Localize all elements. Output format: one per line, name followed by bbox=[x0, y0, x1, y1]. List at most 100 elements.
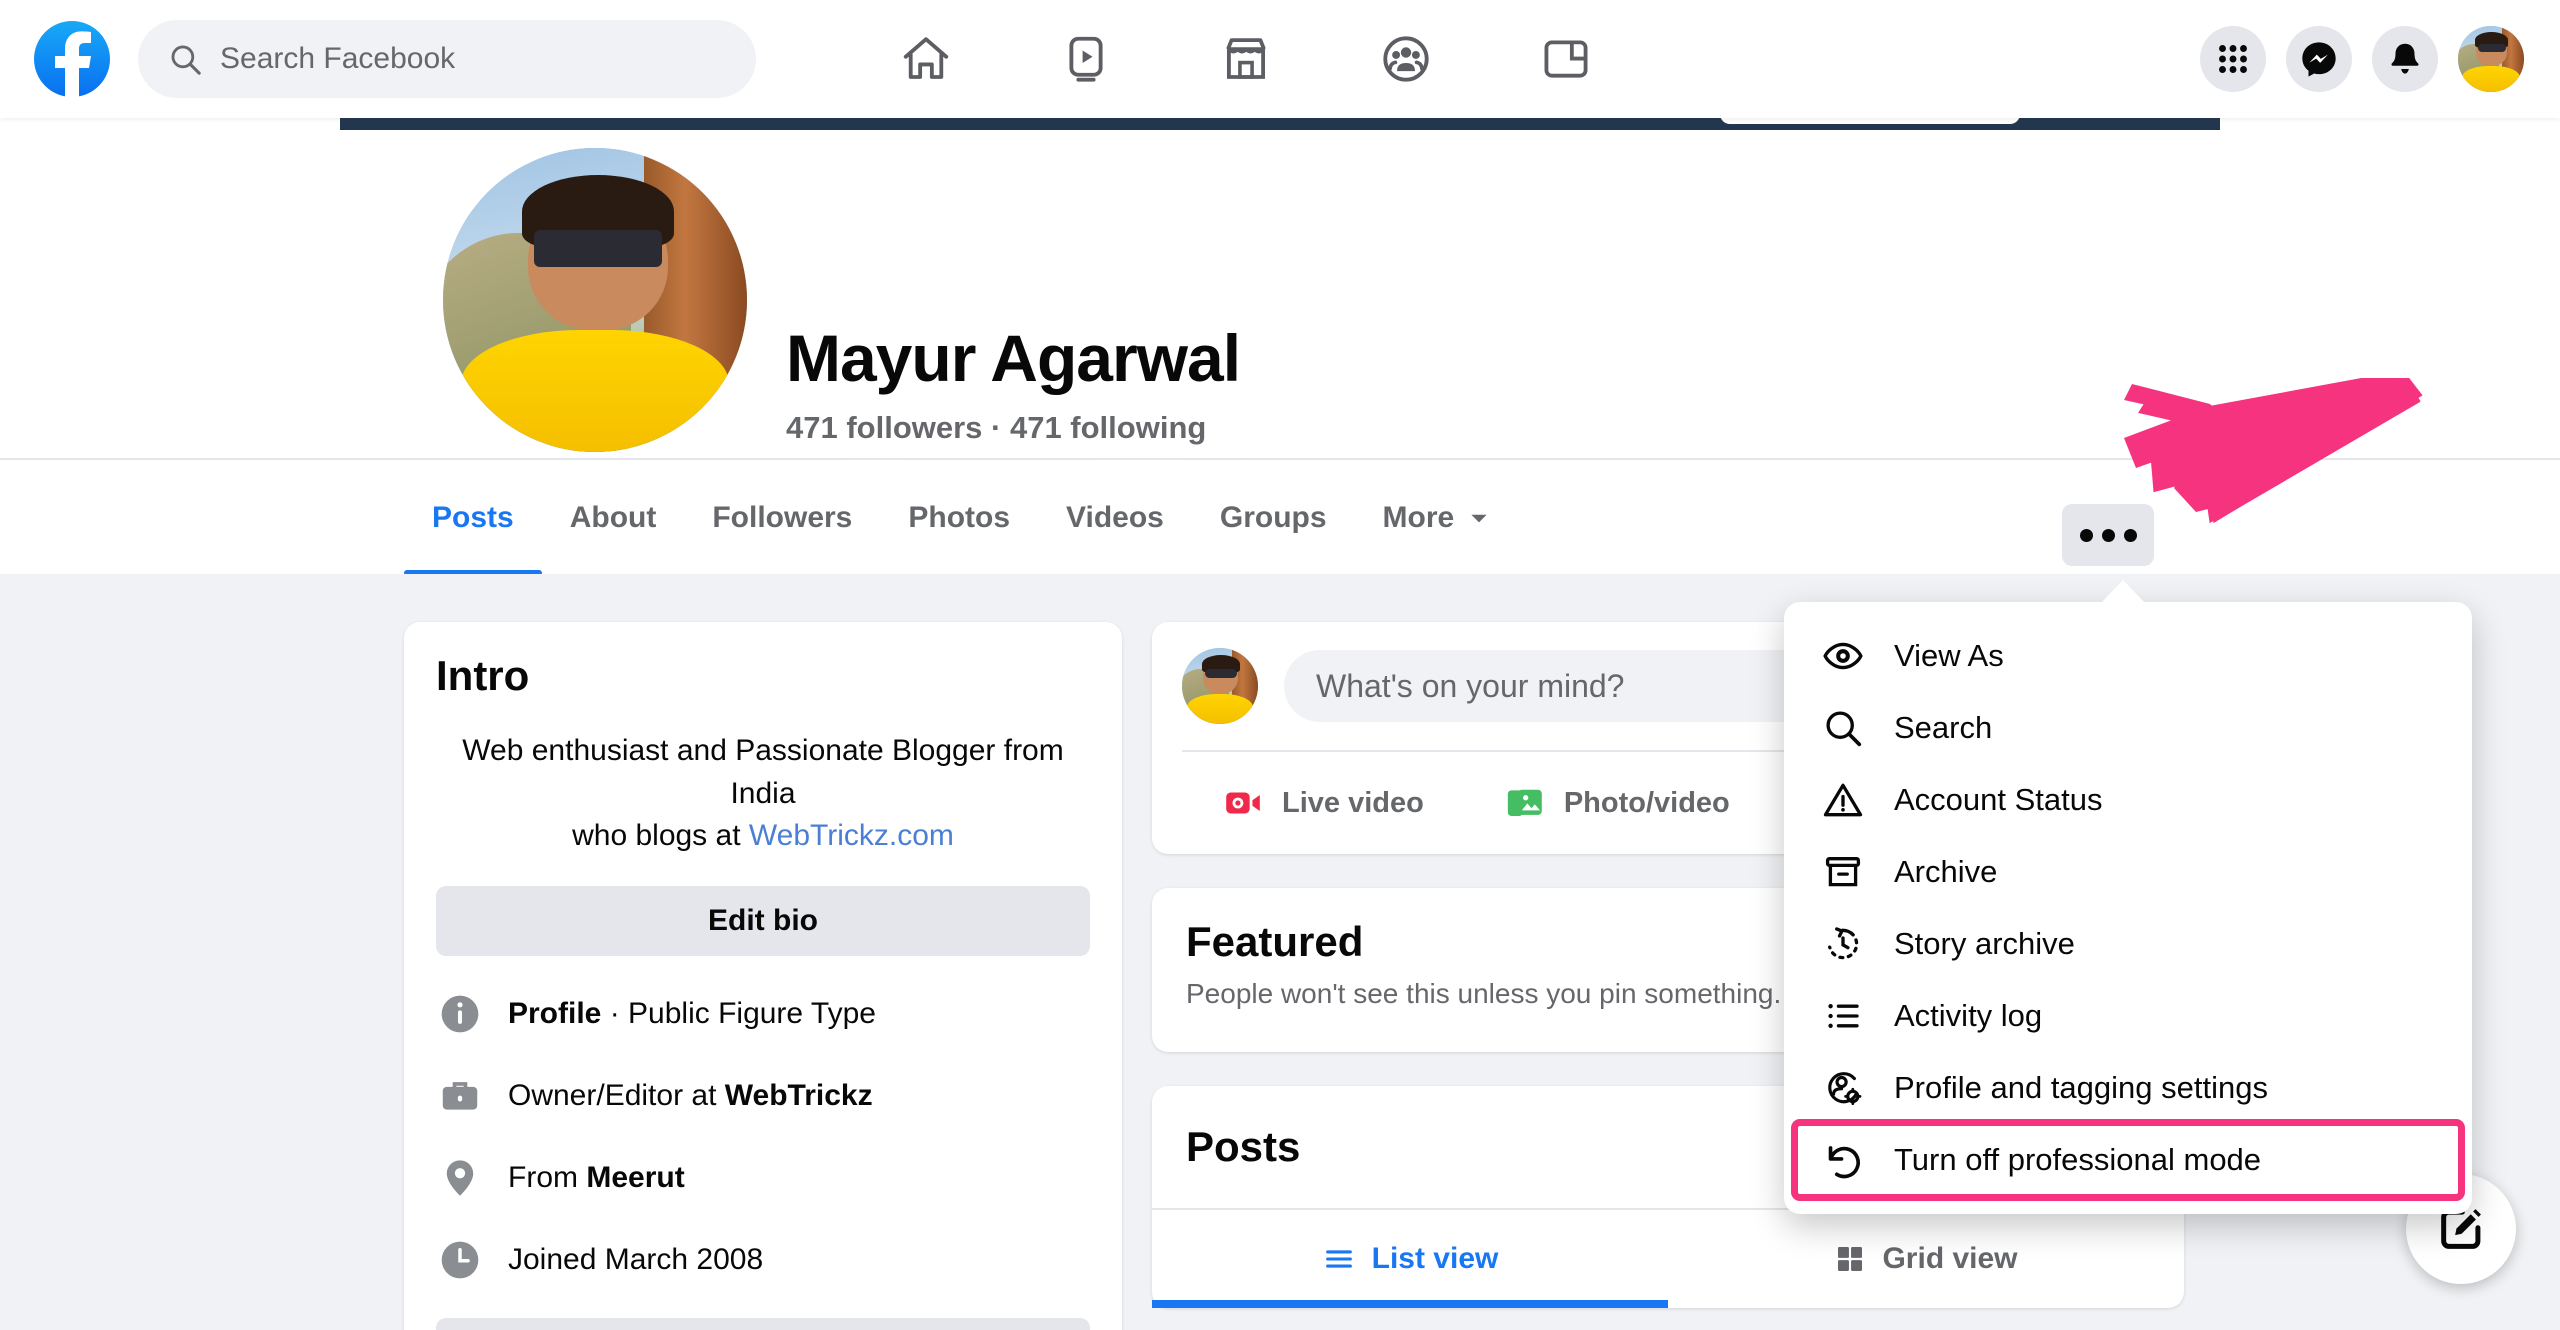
profile-tagging-icon bbox=[1820, 1065, 1866, 1111]
account-avatar[interactable] bbox=[2458, 26, 2524, 92]
profile-tabs-bar: Posts About Followers Photos Videos Grou… bbox=[0, 458, 2560, 576]
menu-item-label: Search bbox=[1894, 710, 1993, 745]
notifications-button[interactable] bbox=[2372, 26, 2438, 92]
undo-arrow-icon bbox=[1820, 1137, 1866, 1183]
live-video-button[interactable]: Live video bbox=[1182, 782, 1464, 824]
photo-video-label: Photo/video bbox=[1563, 786, 1730, 819]
menu-item-view-as[interactable]: View As bbox=[1796, 620, 2460, 692]
tab-videos[interactable]: Videos bbox=[1038, 460, 1192, 576]
profile-header: Mayur Agarwal 471 followers · 471 follow… bbox=[0, 130, 2560, 556]
menu-item-account-status[interactable]: Account Status bbox=[1796, 764, 2460, 836]
nav-groups-button[interactable] bbox=[1326, 11, 1486, 107]
menu-item-label: Story archive bbox=[1894, 926, 2075, 961]
list-view-label: List view bbox=[1371, 1242, 1499, 1275]
tab-about[interactable]: About bbox=[542, 460, 685, 576]
menu-item-label: Turn off professional mode bbox=[1894, 1142, 2262, 1177]
tab-more[interactable]: More bbox=[1355, 460, 1521, 576]
tab-photos[interactable]: Photos bbox=[880, 460, 1038, 576]
home-icon bbox=[903, 37, 949, 79]
archive-box-icon bbox=[1820, 849, 1866, 895]
search-icon bbox=[1820, 705, 1866, 751]
clock-icon bbox=[436, 1236, 484, 1284]
activity-list-icon bbox=[1820, 993, 1866, 1039]
location-pin-icon bbox=[436, 1154, 484, 1202]
grid-view-tab[interactable]: Grid view bbox=[1668, 1210, 2184, 1308]
menu-item-label: Archive bbox=[1894, 854, 1998, 889]
list-view-tab[interactable]: List view bbox=[1152, 1210, 1668, 1308]
search-placeholder: Search Facebook bbox=[220, 42, 456, 75]
ellipsis-icon bbox=[2079, 528, 2093, 542]
intro-profile-prefix: Profile bbox=[508, 996, 602, 1030]
nav-home-button[interactable] bbox=[846, 11, 1006, 107]
menu-item-archive[interactable]: Archive bbox=[1796, 836, 2460, 908]
intro-work-prefix: Owner/Editor at bbox=[508, 1078, 725, 1112]
nav-video-button[interactable] bbox=[1006, 11, 1166, 107]
nav-gaming-button[interactable] bbox=[1486, 11, 1646, 107]
menu-item-search[interactable]: Search bbox=[1796, 692, 2460, 764]
page-title: Mayur Agarwal bbox=[786, 321, 1241, 395]
live-video-label: Live video bbox=[1282, 786, 1424, 819]
menu-item-label: View As bbox=[1894, 638, 2004, 673]
tab-groups[interactable]: Groups bbox=[1192, 460, 1355, 576]
edit-details-button[interactable]: Edit details bbox=[436, 1317, 1090, 1330]
posts-title: Posts bbox=[1186, 1123, 1301, 1170]
more-options-button[interactable] bbox=[2062, 504, 2154, 566]
tab-posts-label: Posts bbox=[432, 501, 514, 534]
intro-location-value: Meerut bbox=[586, 1160, 685, 1194]
facebook-logo-icon[interactable] bbox=[34, 21, 110, 97]
tab-followers[interactable]: Followers bbox=[684, 460, 880, 576]
info-icon bbox=[436, 990, 484, 1038]
video-play-icon bbox=[1069, 36, 1103, 82]
menu-grid-button[interactable] bbox=[2200, 26, 2266, 92]
intro-row-profile-type: Profile · Public Figure Type bbox=[436, 990, 1090, 1038]
avatar-image bbox=[2458, 26, 2524, 92]
marketplace-shop-icon bbox=[1226, 38, 1266, 79]
menu-item-label: Profile and tagging settings bbox=[1894, 1070, 2268, 1105]
chevron-down-icon bbox=[1471, 514, 1487, 523]
intro-profile-value: Public Figure Type bbox=[628, 996, 876, 1030]
menu-item-story-archive[interactable]: Story archive bbox=[1796, 908, 2460, 980]
composer-avatar[interactable] bbox=[1182, 648, 1258, 724]
nav-marketplace-button[interactable] bbox=[1166, 11, 1326, 107]
tab-videos-label: Videos bbox=[1066, 501, 1164, 534]
tab-groups-label: Groups bbox=[1219, 501, 1327, 534]
more-options-menu: View As Search Account Status Archive St… bbox=[1784, 602, 2472, 1214]
messenger-icon bbox=[2302, 42, 2336, 77]
edit-bio-button[interactable]: Edit bio bbox=[436, 885, 1090, 956]
menu-item-profile-tagging-settings[interactable]: Profile and tagging settings bbox=[1796, 1052, 2460, 1124]
intro-work-value: WebTrickz bbox=[724, 1078, 873, 1112]
photo-video-button[interactable]: Photo/video bbox=[1464, 782, 1770, 824]
intro-bio-line1: Web enthusiast and Passionate Blogger fr… bbox=[462, 734, 1064, 810]
menu-item-label: Activity log bbox=[1894, 998, 2043, 1033]
composer-avatar-image bbox=[1182, 648, 1258, 724]
profile-picture[interactable] bbox=[435, 140, 755, 460]
grid-icon bbox=[1838, 1247, 1863, 1271]
messenger-button[interactable] bbox=[2286, 26, 2352, 92]
live-video-icon bbox=[1226, 792, 1260, 814]
ellipsis-icon bbox=[2101, 528, 2115, 542]
search-input[interactable]: Search Facebook bbox=[138, 20, 756, 98]
list-icon bbox=[1325, 1250, 1352, 1268]
intro-bio-line2-prefix: who blogs at bbox=[572, 819, 749, 853]
tab-more-label: More bbox=[1382, 501, 1455, 534]
intro-row-work: Owner/Editor at WebTrickz bbox=[436, 1072, 1090, 1120]
bell-icon bbox=[2391, 43, 2419, 74]
tab-posts[interactable]: Posts bbox=[404, 460, 542, 576]
menu-item-activity-log[interactable]: Activity log bbox=[1796, 980, 2460, 1052]
intro-title: Intro bbox=[436, 652, 530, 699]
top-navigation-bar: Search Facebook bbox=[0, 0, 2560, 118]
primary-nav-icons bbox=[846, 11, 1646, 107]
facebook-profile-page: Search Facebook Mayur Agarwal 471 follow… bbox=[0, 0, 2560, 1330]
intro-bio-link[interactable]: WebTrickz.com bbox=[749, 819, 954, 852]
intro-profile-sep: · bbox=[601, 996, 629, 1030]
warning-triangle-icon bbox=[1820, 777, 1866, 823]
intro-row-joined: Joined March 2008 bbox=[436, 1236, 1090, 1284]
posts-view-tabs: List view Grid view bbox=[1152, 1208, 2184, 1308]
intro-card: Intro Web enthusiast and Passionate Blog… bbox=[404, 622, 1122, 1330]
menu-item-turn-off-professional-mode[interactable]: Turn off professional mode bbox=[1791, 1119, 2465, 1201]
grid-view-label: Grid view bbox=[1882, 1242, 2018, 1275]
intro-joined-text: Joined March 2008 bbox=[508, 1242, 764, 1276]
ellipsis-icon bbox=[2123, 528, 2137, 542]
briefcase-icon bbox=[436, 1072, 484, 1120]
search-icon bbox=[171, 45, 201, 75]
